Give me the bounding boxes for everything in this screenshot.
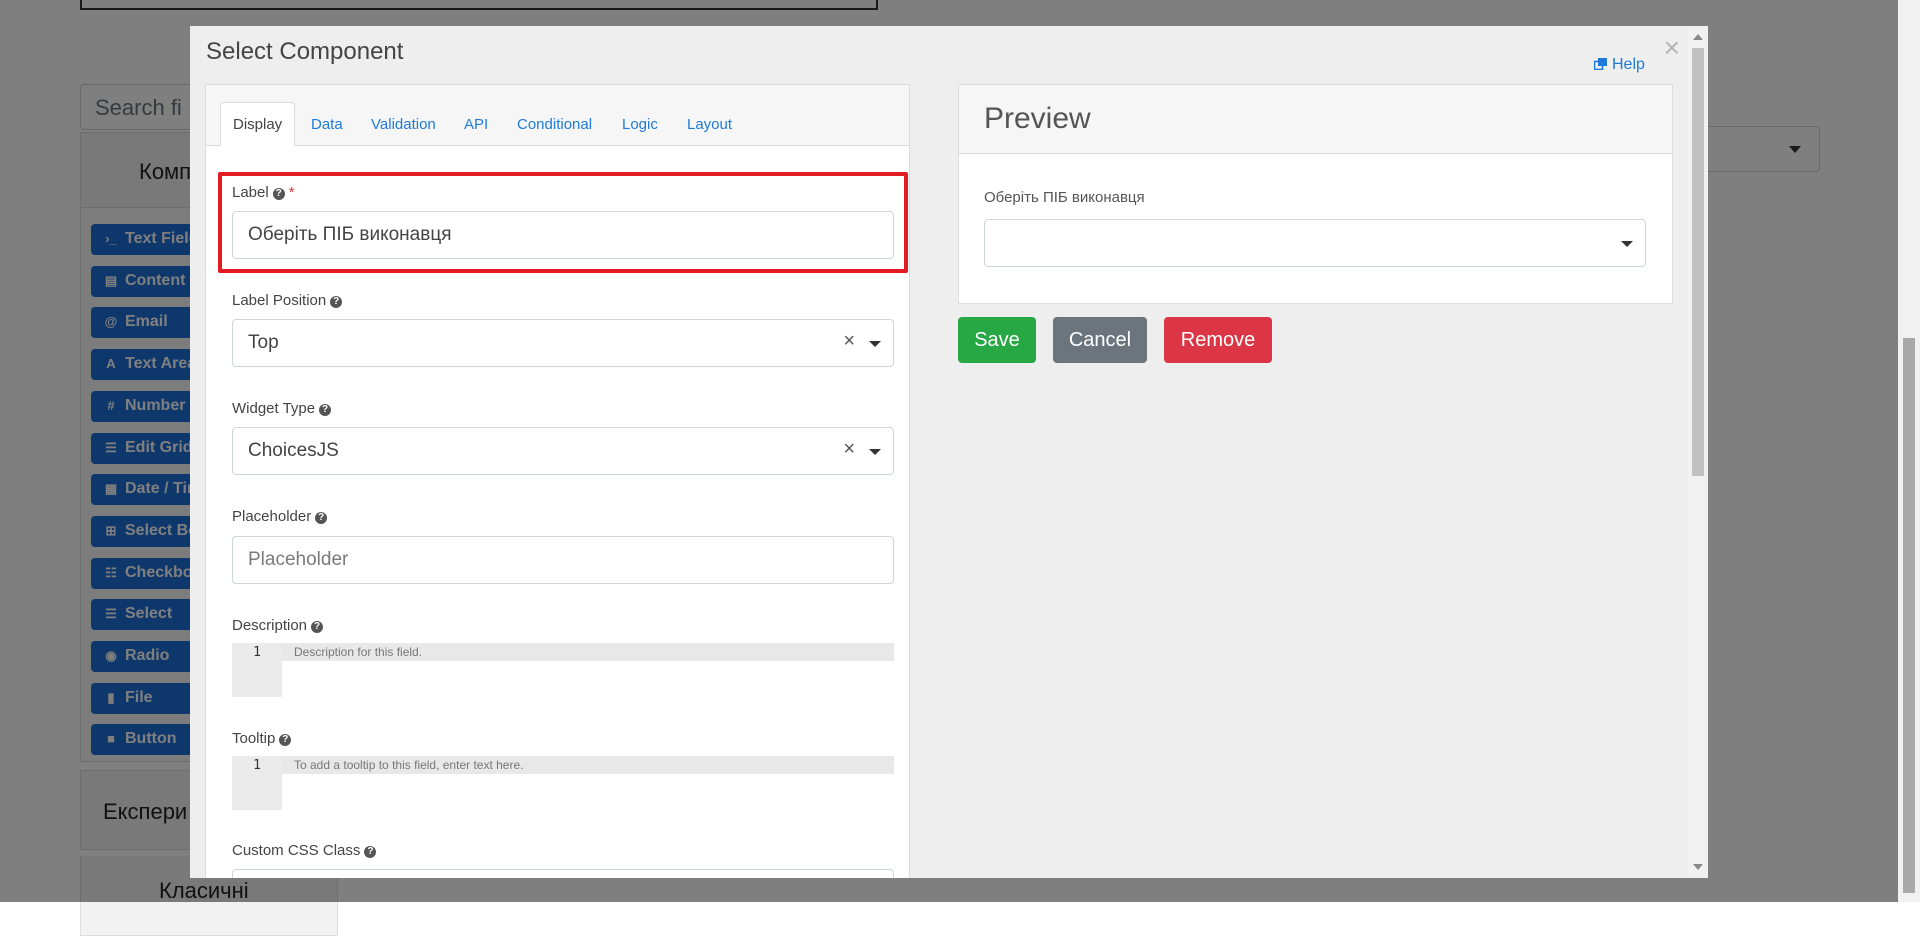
- modal-scrollbar[interactable]: [1688, 26, 1708, 878]
- label-position-select[interactable]: Top ×: [232, 319, 894, 367]
- tab-display[interactable]: Display: [220, 102, 296, 146]
- question-circle-icon[interactable]: ?: [330, 296, 343, 308]
- question-circle-icon[interactable]: ?: [311, 621, 324, 633]
- question-circle-icon[interactable]: ?: [279, 734, 292, 746]
- chevron-down-icon[interactable]: [869, 449, 881, 455]
- modal-scrollbar-thumb[interactable]: [1692, 48, 1704, 476]
- preview-field-label: Оберіть ПІБ виконавця: [984, 189, 1145, 206]
- tooltip-label: Tooltip?: [232, 730, 292, 747]
- custom-css-input[interactable]: [232, 869, 894, 878]
- chevron-down-icon[interactable]: [869, 341, 881, 347]
- placeholder-label: Placeholder?: [232, 508, 328, 525]
- edit-tabs: Display Data Validation API Conditional …: [206, 85, 909, 146]
- tab-data[interactable]: Data: [311, 102, 343, 146]
- placeholder-input[interactable]: Placeholder: [232, 536, 894, 584]
- question-circle-icon[interactable]: ?: [364, 846, 377, 858]
- placeholder-title: Placeholder: [232, 508, 312, 525]
- widget-type-title: Widget Type: [232, 400, 316, 417]
- page-scrollbar-thumb[interactable]: [1903, 338, 1915, 893]
- tab-logic[interactable]: Logic: [622, 102, 658, 146]
- help-label: Help: [1612, 56, 1645, 73]
- label-position-title: Label Position: [232, 292, 327, 309]
- line-number: 1: [253, 645, 261, 660]
- external-link-icon: [1594, 58, 1607, 70]
- page-scrollbar[interactable]: [1898, 0, 1920, 902]
- custom-css-label: Custom CSS Class?: [232, 842, 377, 859]
- save-button[interactable]: Save: [958, 317, 1036, 363]
- tab-api[interactable]: API: [464, 102, 488, 146]
- tooltip-placeholder: To add a tooltip to this field, enter te…: [282, 756, 894, 774]
- description-label: Description?: [232, 617, 324, 634]
- widget-type-label: Widget Type?: [232, 400, 332, 417]
- preview-card: Preview Оберіть ПІБ виконавця: [958, 84, 1673, 304]
- cancel-button[interactable]: Cancel: [1053, 317, 1147, 363]
- help-link[interactable]: Help: [1594, 56, 1645, 74]
- scroll-up-icon[interactable]: [1693, 34, 1703, 40]
- question-circle-icon[interactable]: ?: [319, 404, 332, 416]
- question-circle-icon[interactable]: ?: [315, 512, 328, 524]
- chevron-down-icon[interactable]: [1621, 241, 1633, 247]
- tab-conditional[interactable]: Conditional: [517, 102, 592, 146]
- clear-icon[interactable]: ×: [843, 438, 855, 461]
- line-number: 1: [253, 758, 261, 773]
- tab-layout[interactable]: Layout: [687, 102, 732, 146]
- scroll-down-icon[interactable]: [1693, 864, 1703, 870]
- widget-type-select[interactable]: ChoicesJS ×: [232, 427, 894, 475]
- tab-validation[interactable]: Validation: [371, 102, 436, 146]
- select-component-modal: Select Component × Help Display Data Val…: [190, 26, 1708, 878]
- tooltip-editor[interactable]: 1 To add a tooltip to this field, enter …: [232, 756, 894, 810]
- label-position-value: Top: [248, 332, 279, 353]
- clear-icon[interactable]: ×: [843, 330, 855, 353]
- widget-type-value: ChoicesJS: [248, 440, 339, 461]
- preview-select[interactable]: [984, 219, 1646, 267]
- description-title: Description: [232, 617, 308, 634]
- label-field-highlight: [218, 172, 908, 273]
- close-icon[interactable]: ×: [1664, 34, 1680, 62]
- modal-title: Select Component: [206, 38, 404, 65]
- remove-button[interactable]: Remove: [1164, 317, 1272, 363]
- description-editor[interactable]: 1 Description for this field.: [232, 643, 894, 697]
- tooltip-title: Tooltip: [232, 730, 276, 747]
- preview-header: Preview: [959, 85, 1672, 154]
- label-position-label: Label Position?: [232, 292, 343, 309]
- custom-css-title: Custom CSS Class: [232, 842, 361, 859]
- preview-title: Preview: [984, 102, 1091, 135]
- edit-form-card: Display Data Validation API Conditional …: [205, 84, 910, 878]
- description-placeholder: Description for this field.: [282, 643, 894, 661]
